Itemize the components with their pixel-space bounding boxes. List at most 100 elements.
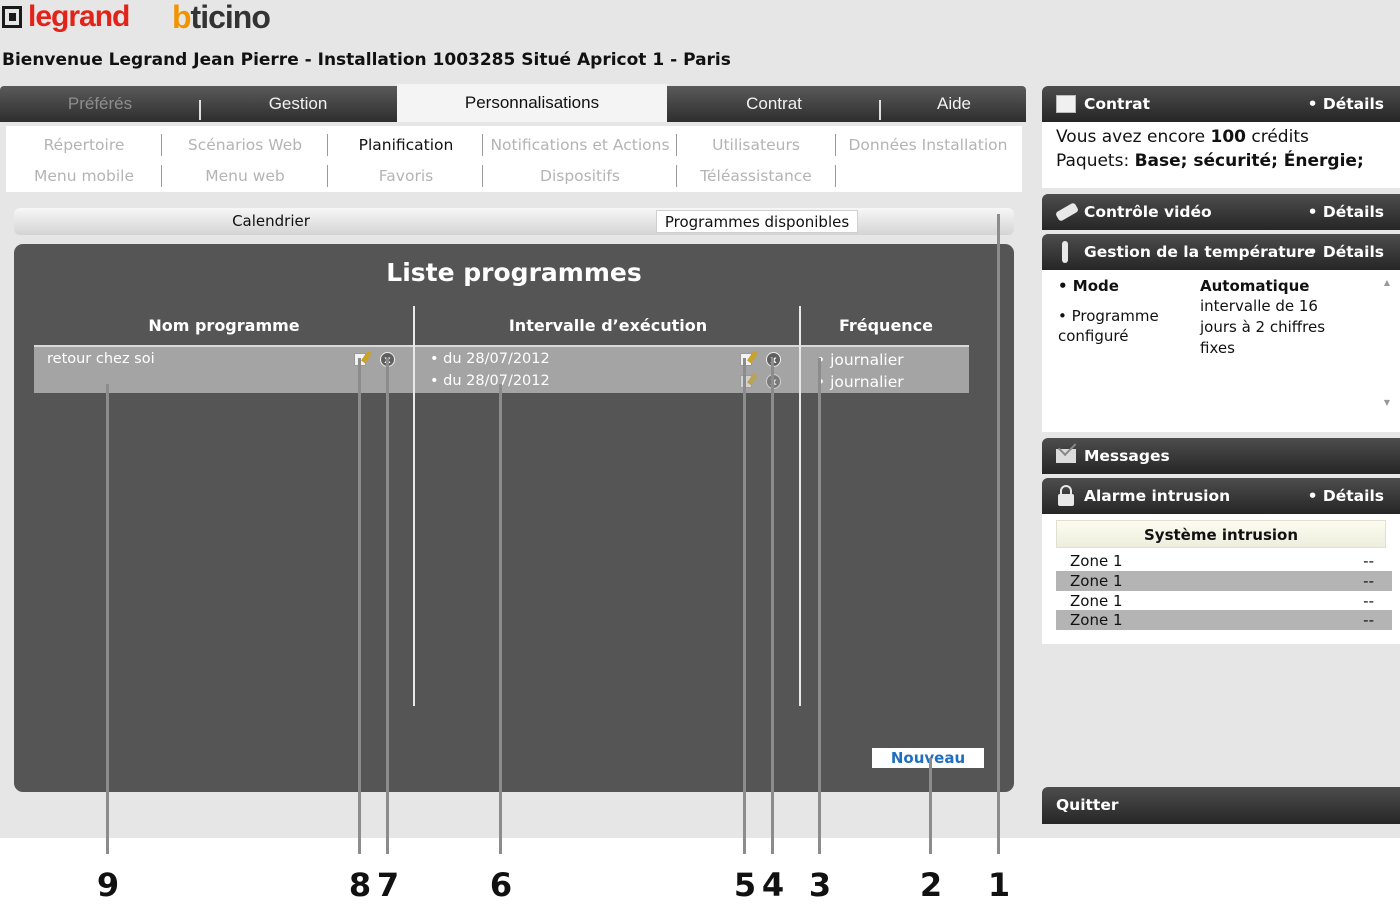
subnav-donnees-installation[interactable]: Données Installation	[838, 132, 1018, 158]
subnav-menu-web[interactable]: Menu web	[164, 163, 326, 189]
zone-name: Zone 1	[1070, 592, 1123, 610]
alarm-header[interactable]: Alarme intrusion • Détails	[1042, 478, 1400, 514]
zone-name: Zone 1	[1070, 611, 1123, 629]
frequency-item: • journalier	[816, 373, 904, 391]
callout-number: 5	[733, 866, 757, 904]
zone-row: Zone 1 --	[1056, 591, 1392, 611]
temperature-body: • Mode Automatique • Programme configuré…	[1042, 270, 1400, 432]
column-header-interval: Intervalle d’exécution	[508, 316, 708, 335]
temperature-scrollbar[interactable]: ▲ ▼	[1382, 278, 1392, 408]
packages-label: Paquets:	[1056, 151, 1135, 171]
subnav-separator	[161, 165, 162, 187]
callout-number: 7	[376, 866, 400, 904]
tab-gestion[interactable]: Gestion	[202, 86, 394, 122]
column-separator	[799, 306, 801, 706]
bticino-logo: bticino	[172, 0, 271, 36]
subnav-repertoire[interactable]: Répertoire	[6, 132, 162, 158]
temperature-title: Gestion de la température	[1084, 243, 1315, 261]
legrand-mark-icon	[2, 6, 22, 28]
zone-name: Zone 1	[1070, 572, 1123, 590]
zone-row: Zone 1 --	[1056, 571, 1392, 591]
subnav-scenarios-web[interactable]: Scénarios Web	[164, 132, 326, 158]
subnav-menu-mobile[interactable]: Menu mobile	[6, 163, 162, 189]
callout-number: 8	[348, 866, 372, 904]
subnav-separator	[161, 134, 162, 156]
callout-line	[386, 358, 389, 854]
tab-programmes-disponibles[interactable]: Programmes disponibles	[656, 210, 858, 233]
interval-item: • du 28/07/2012	[430, 373, 550, 389]
subnav-teleassistance[interactable]: Téléassistance	[678, 163, 834, 189]
callout-number: 4	[761, 866, 785, 904]
program-value: jours à 2 chiffres	[1200, 318, 1326, 336]
subnav-planification[interactable]: Planification	[328, 132, 484, 158]
tab-separator	[199, 100, 201, 120]
contrat-header[interactable]: Contrat • Détails	[1042, 86, 1400, 122]
credits-suffix: crédits	[1245, 127, 1309, 147]
subnav-dispositifs[interactable]: Dispositifs	[484, 163, 676, 189]
callout-number: 9	[96, 866, 120, 904]
tab-calendrier[interactable]: Calendrier	[164, 210, 378, 233]
thermometer-icon	[1062, 241, 1068, 263]
column-header-name: Nom programme	[148, 316, 300, 335]
tab-personnalisations[interactable]: Personnalisations	[397, 84, 667, 122]
messages-header[interactable]: Messages	[1042, 438, 1400, 474]
subnav-notifications[interactable]: Notifications et Actions	[484, 132, 676, 158]
program-value: fixes	[1200, 339, 1235, 357]
callout-line	[358, 358, 361, 854]
callout-line	[997, 214, 1000, 854]
edit-interval-icon[interactable]	[740, 375, 752, 388]
interval-item: • du 28/07/2012	[430, 351, 550, 367]
callout-number: 3	[808, 866, 832, 904]
callout-line	[818, 358, 821, 854]
callout-line	[106, 384, 109, 854]
lock-icon	[1058, 485, 1074, 506]
video-header[interactable]: Contrôle vidéo • Détails	[1042, 194, 1400, 230]
callout-line	[499, 384, 502, 854]
callout-number: 1	[987, 866, 1011, 904]
quit-button[interactable]: Quitter	[1042, 787, 1400, 824]
programs-panel: Liste programmes Nom programme Intervall…	[14, 244, 1014, 792]
column-header-frequency: Fréquence	[838, 316, 934, 335]
temperature-details-link[interactable]: • Détails	[1308, 234, 1384, 270]
contrat-body: Vous avez encore 100 crédits Paquets: Ba…	[1042, 122, 1400, 188]
subnav-utilisateurs[interactable]: Utilisateurs	[678, 132, 834, 158]
tab-preferes[interactable]: Préférés	[0, 86, 200, 122]
scroll-up-icon[interactable]: ▲	[1382, 278, 1392, 288]
subnav-separator	[482, 134, 483, 156]
program-value: intervalle de 16	[1200, 297, 1318, 315]
tab-contrat[interactable]: Contrat	[668, 86, 880, 122]
subnav-favoris[interactable]: Favoris	[328, 163, 484, 189]
packages-value: Base; sécurité; Énergie;	[1134, 151, 1364, 171]
video-title: Contrôle vidéo	[1084, 203, 1212, 221]
tab-separator	[879, 100, 881, 120]
zone-row: Zone 1 --	[1056, 610, 1392, 630]
zone-name: Zone 1	[1070, 552, 1123, 570]
subnav-separator	[835, 165, 836, 187]
zone-status: --	[1363, 592, 1374, 610]
intrusion-system-header: Système intrusion	[1056, 520, 1386, 548]
callout-number: 6	[489, 866, 513, 904]
sub-navigation: Répertoire Scénarios Web Planification N…	[6, 126, 1022, 192]
scroll-down-icon[interactable]: ▼	[1382, 398, 1392, 408]
zone-status: --	[1363, 552, 1374, 570]
zone-status: --	[1363, 611, 1374, 629]
welcome-banner: Bienvenue Legrand Jean Pierre - Installa…	[2, 50, 731, 70]
callout-number: 2	[919, 866, 943, 904]
edit-interval-icon[interactable]	[740, 353, 752, 366]
credits-prefix: Vous avez encore	[1056, 127, 1211, 147]
subnav-separator	[676, 134, 677, 156]
panel-title: Liste programmes	[386, 258, 642, 287]
zone-row: Zone 1 --	[1056, 551, 1392, 571]
callout-line	[743, 358, 746, 854]
temperature-header[interactable]: Gestion de la température • Détails	[1042, 234, 1400, 270]
alarm-title: Alarme intrusion	[1084, 487, 1231, 505]
tab-aide[interactable]: Aide	[882, 86, 1026, 122]
new-program-button[interactable]: Nouveau	[872, 748, 984, 768]
contrat-details-link[interactable]: • Détails	[1308, 86, 1384, 122]
alarm-details-link[interactable]: • Détails	[1308, 478, 1384, 514]
video-details-link[interactable]: • Détails	[1308, 194, 1384, 230]
column-separator	[413, 306, 415, 706]
subnav-separator	[835, 134, 836, 156]
subnav-separator	[482, 165, 483, 187]
program-name[interactable]: retour chez soi	[47, 351, 155, 367]
